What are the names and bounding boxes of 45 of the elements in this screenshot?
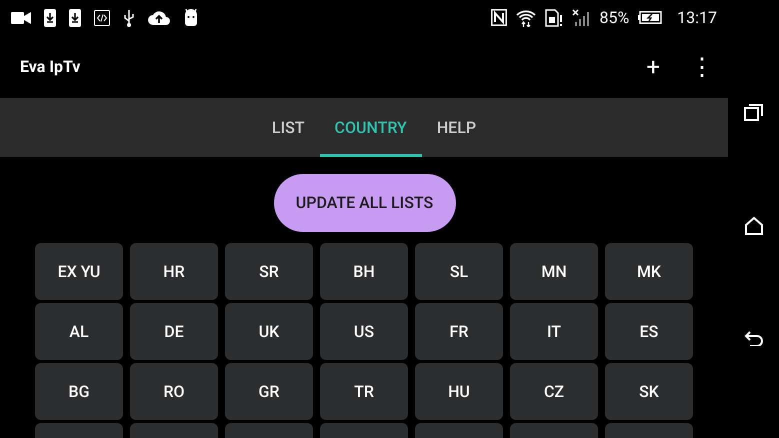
country-button[interactable]: ES bbox=[605, 303, 693, 360]
country-button[interactable]: EX YU bbox=[35, 243, 123, 300]
country-button[interactable]: UK bbox=[225, 303, 313, 360]
country-button[interactable]: AL bbox=[35, 303, 123, 360]
nfc-icon bbox=[491, 9, 508, 26]
country-button[interactable]: SR bbox=[225, 243, 313, 300]
country-button[interactable]: FR bbox=[415, 303, 503, 360]
code-icon bbox=[94, 10, 110, 26]
country-button[interactable]: TR bbox=[320, 363, 408, 420]
app-title: Eva IpTv bbox=[20, 56, 80, 78]
tab[interactable]: LIST bbox=[256, 98, 320, 157]
tab[interactable]: COUNTRY bbox=[320, 98, 422, 157]
country-button[interactable]: HU bbox=[415, 363, 503, 420]
overview-icon[interactable] bbox=[744, 102, 764, 120]
back-icon[interactable] bbox=[744, 330, 764, 346]
country-button[interactable]: US bbox=[320, 303, 408, 360]
country-button[interactable]: SL bbox=[415, 243, 503, 300]
country-button[interactable]: IT bbox=[510, 303, 598, 360]
country-button[interactable]: HR bbox=[130, 243, 218, 300]
country-button[interactable]: MK bbox=[605, 243, 693, 300]
country-button[interactable]: RO bbox=[130, 363, 218, 420]
android-icon bbox=[183, 9, 199, 26]
overflow-menu-button[interactable]: ⋮ bbox=[690, 54, 714, 78]
country-button[interactable]: BG bbox=[35, 363, 123, 420]
update-all-lists-button[interactable]: UPDATE ALL LISTS bbox=[274, 174, 456, 232]
country-button[interactable]: GR bbox=[225, 363, 313, 420]
tab[interactable]: HELP bbox=[422, 98, 492, 157]
usb-icon bbox=[123, 8, 135, 26]
clock-time: 13:17 bbox=[677, 6, 717, 28]
battery-percent: 85% bbox=[599, 6, 630, 28]
phone-download-icon bbox=[44, 8, 56, 26]
home-icon[interactable] bbox=[744, 216, 764, 234]
country-button[interactable]: SK bbox=[605, 363, 693, 420]
phone-download-icon bbox=[69, 8, 81, 26]
cloud-upload-icon bbox=[148, 10, 170, 25]
battery-charging-icon bbox=[638, 11, 662, 24]
sim-card-icon bbox=[545, 8, 564, 26]
country-button[interactable]: MN bbox=[510, 243, 598, 300]
signal-icon bbox=[572, 8, 590, 26]
wifi-icon bbox=[516, 8, 536, 26]
add-button[interactable]: + bbox=[646, 54, 660, 78]
country-button[interactable]: CZ bbox=[510, 363, 598, 420]
country-button[interactable]: BH bbox=[320, 243, 408, 300]
video-camera-icon bbox=[11, 12, 31, 24]
country-button[interactable]: DE bbox=[130, 303, 218, 360]
